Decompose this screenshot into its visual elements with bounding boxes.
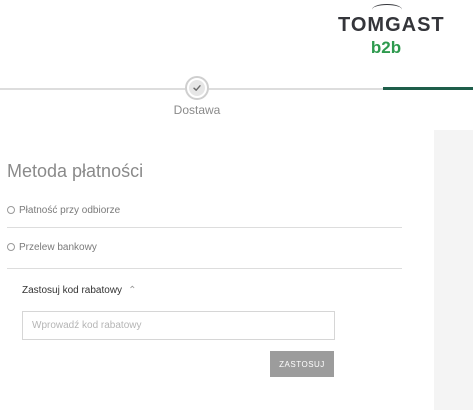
radio-unchecked-icon[interactable] bbox=[7, 206, 15, 214]
checkout-progress-active bbox=[383, 87, 473, 90]
payment-option-cash-on-delivery[interactable]: Płatność przy odbiorze bbox=[7, 201, 120, 219]
check-icon bbox=[189, 80, 205, 96]
coupon-toggle-label: Zastosuj kod rabatowy bbox=[22, 285, 123, 296]
coupon-toggle[interactable]: Zastosuj kod rabatowy ⌃ bbox=[22, 285, 136, 296]
radio-unchecked-icon[interactable] bbox=[7, 243, 15, 251]
apply-coupon-button[interactable]: ZASTOSUJ bbox=[270, 351, 334, 377]
brand-logo[interactable]: TOMGAST b2b bbox=[338, 2, 445, 62]
coupon-code-input[interactable] bbox=[22, 311, 335, 340]
logo-name-bottom: b2b bbox=[370, 38, 402, 57]
payment-method-title: Metoda płatności bbox=[7, 161, 144, 181]
step-delivery-indicator[interactable] bbox=[185, 76, 209, 100]
payment-option-label: Przelew bankowy bbox=[19, 241, 97, 253]
step-delivery-label: Dostawa bbox=[173, 103, 221, 117]
payment-option-bank-transfer[interactable]: Przelew bankowy bbox=[7, 238, 97, 256]
order-summary-panel bbox=[434, 130, 473, 410]
payment-option-label: Płatność przy odbiorze bbox=[19, 204, 121, 216]
divider bbox=[7, 268, 402, 269]
chevron-up-icon: ⌃ bbox=[128, 285, 137, 296]
divider bbox=[7, 227, 402, 228]
logo-name-top: TOMGAST bbox=[338, 14, 445, 36]
